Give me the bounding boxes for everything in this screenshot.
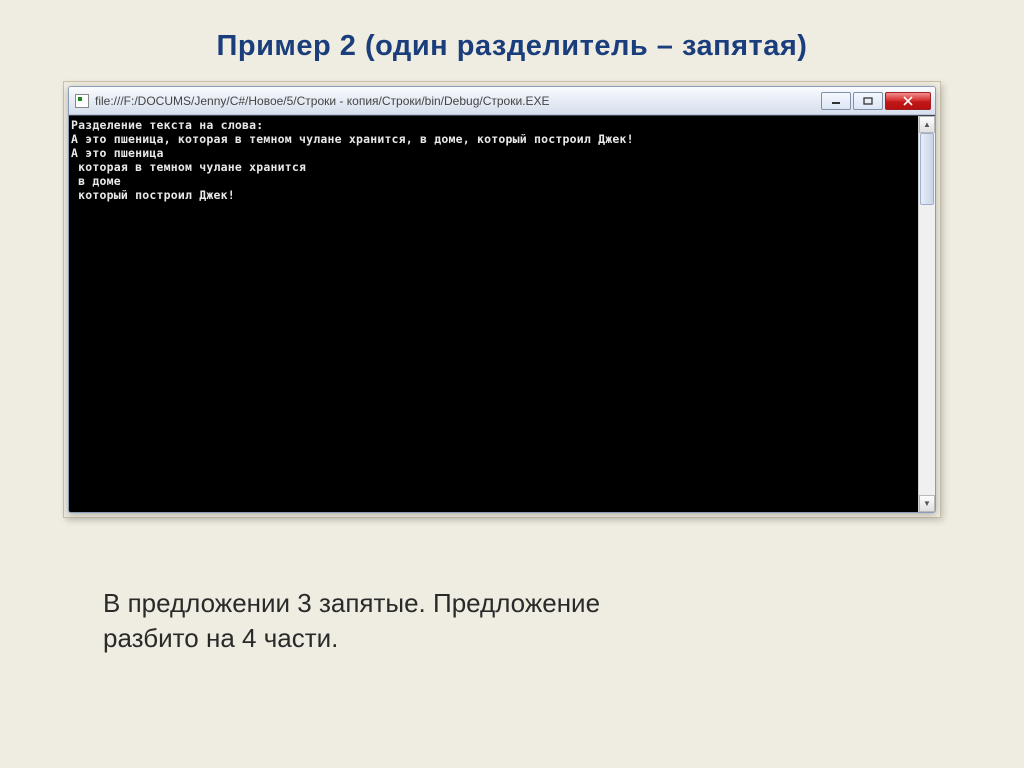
window-title: file:///F:/DOCUMS/Jenny/C#/Новое/5/Строк… bbox=[95, 94, 821, 108]
close-icon bbox=[902, 96, 914, 106]
scroll-up-button[interactable]: ▲ bbox=[919, 116, 935, 133]
minimize-icon bbox=[831, 97, 841, 105]
caption-line: В предложении 3 запятые. Предложение bbox=[103, 588, 600, 618]
scroll-track[interactable] bbox=[919, 133, 935, 495]
console-line: в доме bbox=[71, 174, 121, 188]
chevron-up-icon: ▲ bbox=[923, 120, 931, 129]
caption-line: разбито на 4 части. bbox=[103, 623, 338, 653]
scroll-thumb[interactable] bbox=[920, 133, 934, 205]
maximize-icon bbox=[863, 97, 873, 105]
app-icon bbox=[75, 94, 89, 108]
maximize-button[interactable] bbox=[853, 92, 883, 110]
page-title: Пример 2 (один разделитель – запятая) bbox=[55, 30, 969, 63]
minimize-button[interactable] bbox=[821, 92, 851, 110]
console-line: А это пшеница bbox=[71, 146, 164, 160]
window-controls bbox=[821, 92, 931, 110]
vertical-scrollbar[interactable]: ▲ ▼ bbox=[918, 116, 935, 512]
chevron-down-icon: ▼ bbox=[923, 499, 931, 508]
client-area: Разделение текста на слова: А это пшениц… bbox=[69, 115, 935, 512]
titlebar[interactable]: file:///F:/DOCUMS/Jenny/C#/Новое/5/Строк… bbox=[69, 87, 935, 115]
scroll-down-button[interactable]: ▼ bbox=[919, 495, 935, 512]
screenshot-frame: file:///F:/DOCUMS/Jenny/C#/Новое/5/Строк… bbox=[63, 81, 941, 518]
caption-text: В предложении 3 запятые. Предложение раз… bbox=[103, 586, 969, 656]
console-line: Разделение текста на слова: bbox=[71, 118, 263, 132]
console-line: которая в темном чулане хранится bbox=[71, 160, 306, 174]
console-line: который построил Джек! bbox=[71, 188, 235, 202]
console-line: А это пшеница, которая в темном чулане х… bbox=[71, 132, 634, 146]
console-window: file:///F:/DOCUMS/Jenny/C#/Новое/5/Строк… bbox=[68, 86, 936, 513]
console-output: Разделение текста на слова: А это пшениц… bbox=[69, 116, 918, 512]
close-button[interactable] bbox=[885, 92, 931, 110]
